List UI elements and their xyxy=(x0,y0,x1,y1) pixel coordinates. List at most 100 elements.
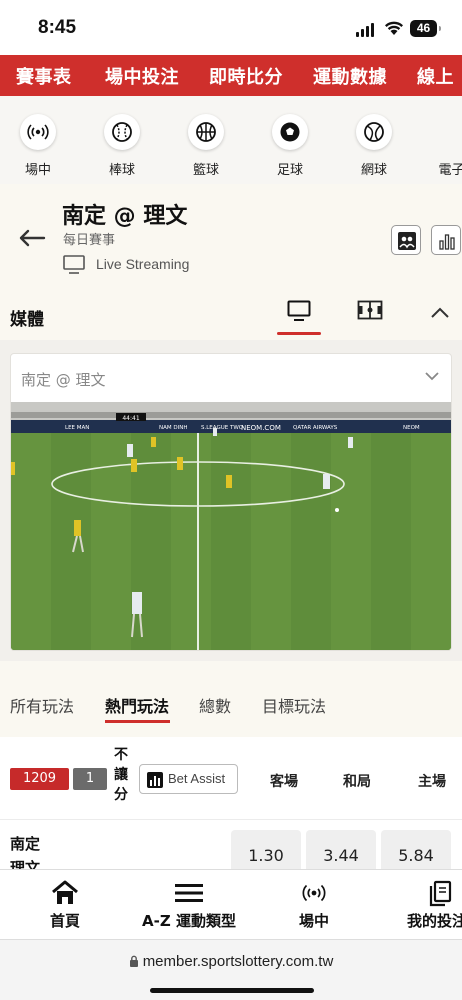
ad-board-text: LEE MAN xyxy=(65,425,89,431)
app-root: 8:45 46 賽事表 場中投注 即時比分 運動數據 線上 場中 棒球 籃球 足… xyxy=(0,0,462,1000)
soccer-pitch-video-frame: 44:41 LEE MAN NAM DINH S.LEAGUE TWO NEOM… xyxy=(11,402,451,650)
odds-row: 南定 理文 1.30 3.44 5.84 xyxy=(0,819,462,869)
stats-button[interactable] xyxy=(431,225,461,255)
sport-label: 網球 xyxy=(360,163,387,178)
sport-label: 籃球 xyxy=(192,163,219,178)
top-nav: 賽事表 場中投注 即時比分 運動數據 線上 xyxy=(0,55,462,96)
lineup-icon xyxy=(398,232,416,250)
home-indicator[interactable] xyxy=(150,988,314,993)
team-name: 南定 xyxy=(10,835,41,853)
bottom-nav-my-bets[interactable]: 我的投注 xyxy=(404,878,462,934)
media-panel: 南定 @ 理文 44:41 LEE MAN NAM DINH S.LEAGUE xyxy=(10,353,452,651)
handicap-label-char: 不 xyxy=(114,747,128,763)
media-tab-indicator xyxy=(277,332,321,335)
bottom-nav-label: A-Z 運動類型 xyxy=(142,912,236,930)
home-icon xyxy=(52,880,78,904)
odds-draw[interactable]: 3.44 xyxy=(306,830,376,869)
bottom-nav-live[interactable]: 場中 xyxy=(284,878,344,934)
top-nav-item-schedule[interactable]: 賽事表 xyxy=(16,63,72,89)
top-nav-item-live-scores[interactable]: 即時比分 xyxy=(209,63,283,89)
ad-board-text: NAM DINH xyxy=(159,425,187,431)
basketball-icon xyxy=(196,122,216,142)
tv-icon xyxy=(63,255,85,274)
handicap-label-char: 分 xyxy=(114,787,128,803)
status-time: 8:45 xyxy=(38,17,77,38)
sport-item-live[interactable]: 場中 xyxy=(2,114,72,180)
ad-board-text: NEOM xyxy=(403,425,420,431)
sport-item-soccer[interactable]: 足球 xyxy=(254,114,324,180)
scoreboard-time: 44:41 xyxy=(122,415,139,422)
match-title: 南定 @ 理文 xyxy=(62,204,188,229)
live-signal-icon xyxy=(302,884,326,902)
market-tabs: 所有玩法 熱門玩法 總數 目標玩法 xyxy=(0,661,462,737)
sport-item-tennis[interactable]: 網球 xyxy=(338,114,408,180)
active-tab-underline xyxy=(105,720,170,723)
bottom-nav-label: 首頁 xyxy=(49,912,80,930)
media-header: 媒體 xyxy=(0,288,462,340)
collapse-chevron-up-icon[interactable] xyxy=(430,307,450,319)
live-video-player[interactable]: 44:41 LEE MAN NAM DINH S.LEAGUE TWO NEOM… xyxy=(11,402,451,650)
live-signal-icon xyxy=(27,124,49,140)
count-badge: 1 xyxy=(73,768,107,790)
bottom-nav: 首頁 A-Z 運動類型 場中 我的投注 xyxy=(0,869,462,939)
sport-item-basketball[interactable]: 籃球 xyxy=(170,114,240,180)
bottom-nav-label: 場中 xyxy=(298,912,329,930)
sport-label: 電子競 xyxy=(438,163,462,178)
column-header-away: 客場 xyxy=(270,774,298,790)
cellular-signal-icon xyxy=(356,23,376,37)
field-tab-icon[interactable] xyxy=(357,300,383,320)
top-nav-item-live-betting[interactable]: 場中投注 xyxy=(105,63,179,89)
soccer-icon xyxy=(280,122,300,142)
bottom-nav-label: 我的投注 xyxy=(407,912,462,930)
column-header-home: 主場 xyxy=(418,774,446,790)
sport-label: 棒球 xyxy=(108,163,135,178)
tennis-icon xyxy=(364,122,384,142)
lock-icon xyxy=(129,955,138,967)
top-nav-item-online[interactable]: 線上 xyxy=(417,63,454,89)
sport-label: 場中 xyxy=(24,163,51,178)
url-text: member.sportslottery.com.tw xyxy=(142,953,334,970)
back-arrow-icon[interactable] xyxy=(18,228,46,248)
odds-away[interactable]: 1.30 xyxy=(231,830,301,869)
media-title: 媒體 xyxy=(10,310,44,330)
sport-label: 足球 xyxy=(276,163,303,178)
monitor-tab-icon[interactable] xyxy=(287,300,311,322)
copy-icon xyxy=(429,880,452,907)
chevron-down-icon[interactable] xyxy=(425,372,439,381)
handicap-label-char: 讓 xyxy=(114,767,128,783)
bar-chart-icon xyxy=(147,772,163,788)
team-names: 南定 理文 xyxy=(10,832,70,869)
tab-totals[interactable]: 總數 xyxy=(199,693,231,717)
team-lineup-button[interactable] xyxy=(391,225,421,255)
team-name: 理文 xyxy=(10,859,41,869)
browser-url-bar: member.sportslottery.com.tw xyxy=(0,939,462,1000)
event-code-badge: 1209 xyxy=(10,768,69,790)
menu-icon xyxy=(175,884,203,902)
match-selector[interactable]: 南定 @ 理文 xyxy=(21,369,106,390)
sport-item-esports[interactable]: 電子競 xyxy=(418,114,462,180)
url-display[interactable]: member.sportslottery.com.tw xyxy=(0,953,462,970)
match-subtitle: 每日賽事 xyxy=(63,233,116,248)
sport-item-baseball[interactable]: 棒球 xyxy=(86,114,156,180)
tab-goal-markets[interactable]: 目標玩法 xyxy=(262,693,326,717)
bottom-nav-sports-az[interactable]: A-Z 運動類型 xyxy=(133,878,245,934)
bet-header-row: 1209 1 不 讓 分 Bet Assist 客場 和局 主場 xyxy=(0,737,462,819)
sports-bar: 場中 棒球 籃球 足球 網球 電子 xyxy=(0,96,462,184)
status-bar: 8:45 46 xyxy=(0,0,462,55)
column-header-draw: 和局 xyxy=(343,774,371,790)
bottom-nav-home[interactable]: 首頁 xyxy=(35,878,95,934)
wifi-icon xyxy=(385,21,403,35)
tab-popular-markets[interactable]: 熱門玩法 xyxy=(105,693,169,717)
handicap-label: 不 讓 分 xyxy=(112,745,130,805)
bet-assist-label: Bet Assist xyxy=(168,771,226,786)
match-header: 南定 @ 理文 每日賽事 Live Streaming xyxy=(0,184,462,288)
battery-icon: 46 xyxy=(410,20,441,37)
bet-assist-button[interactable]: Bet Assist xyxy=(139,764,238,794)
top-nav-item-sports-data[interactable]: 運動數據 xyxy=(313,63,387,89)
baseball-icon xyxy=(112,122,132,142)
odds-home[interactable]: 5.84 xyxy=(381,830,451,869)
tab-all-markets[interactable]: 所有玩法 xyxy=(10,693,74,717)
ad-board-text: NEOM.COM xyxy=(241,424,281,432)
live-streaming-label[interactable]: Live Streaming xyxy=(96,256,189,272)
ad-board-text: S.LEAGUE TWO xyxy=(201,425,244,431)
